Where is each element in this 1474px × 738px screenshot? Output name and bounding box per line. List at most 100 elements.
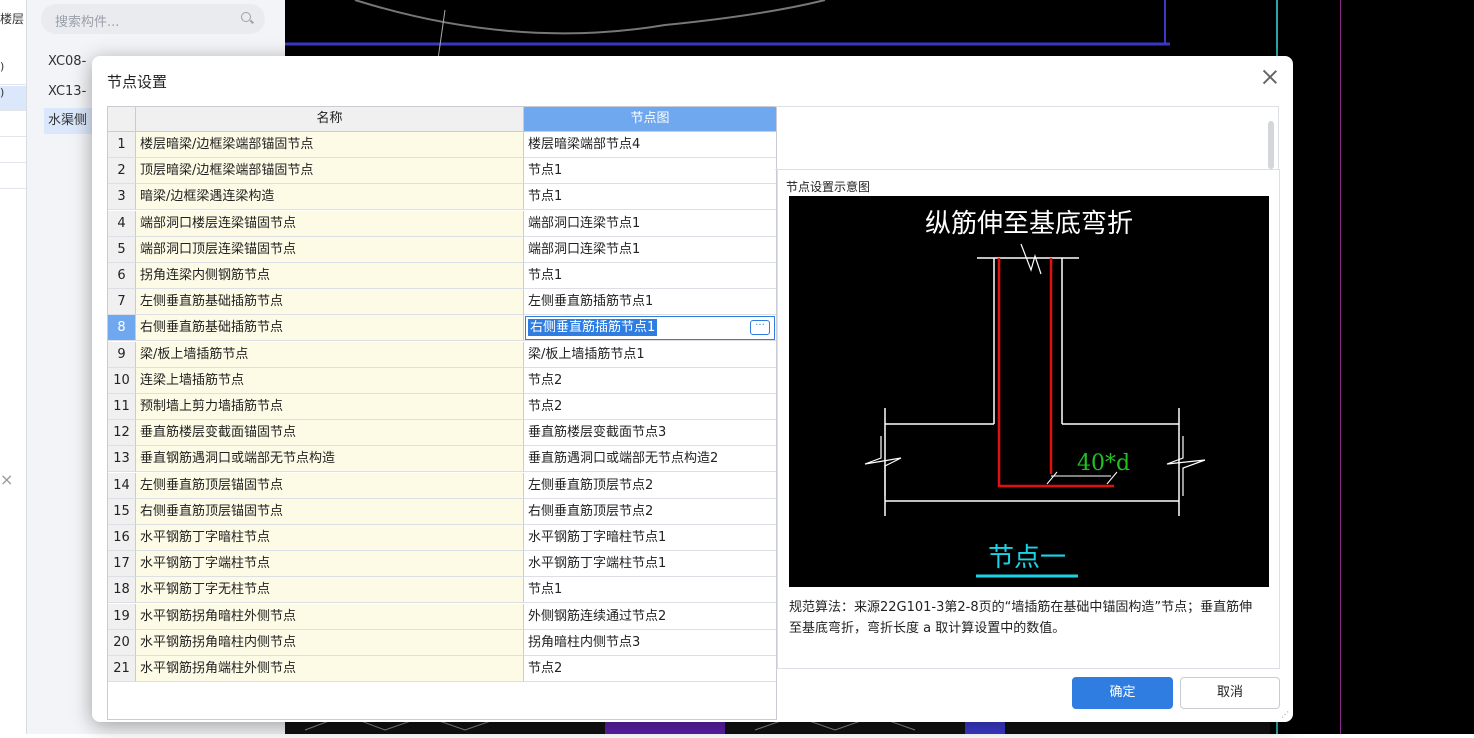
row-name-cell[interactable]: 梁/板上墙插筋节点 xyxy=(136,341,524,368)
table-row[interactable]: 10 连梁上墙插筋节点 节点2 xyxy=(108,367,776,394)
row-node-cell[interactable]: 垂直筋遇洞口或端部无节点构造2 xyxy=(524,446,776,473)
row-index[interactable]: 14 xyxy=(108,472,136,499)
row-node-cell[interactable]: 拐角暗柱内侧节点3 xyxy=(524,629,776,656)
row-name-cell[interactable]: 垂直钢筋遇洞口或端部无节点构造 xyxy=(136,446,524,473)
table-row[interactable]: 7 左侧垂直筋基础插筋节点 左侧垂直筋插筋节点1 xyxy=(108,289,776,316)
ok-button[interactable]: 确定 xyxy=(1072,677,1173,709)
row-index[interactable]: 11 xyxy=(108,394,136,420)
table-row[interactable]: 9 梁/板上墙插筋节点 梁/板上墙插筋节点1 xyxy=(108,341,776,368)
row-index[interactable]: 5 xyxy=(108,236,136,263)
row-index[interactable]: 20 xyxy=(108,629,136,656)
row-name-cell[interactable]: 垂直筋楼层变截面锚固节点 xyxy=(136,420,524,447)
row-name-cell[interactable]: 预制墙上剪力墙插筋节点 xyxy=(136,394,524,420)
row-node-cell[interactable]: 外侧钢筋连续通过节点2 xyxy=(524,603,776,630)
row-index[interactable]: 3 xyxy=(108,184,136,211)
left-row[interactable] xyxy=(0,164,26,189)
row-node-cell[interactable]: 节点1 xyxy=(524,158,776,185)
row-node-cell[interactable]: 节点1 xyxy=(524,263,776,289)
table-row[interactable]: 5 端部洞口顶层连梁锚固节点 端部洞口连梁节点1 xyxy=(108,236,776,263)
resize-grip-icon[interactable]: ⋰ xyxy=(1281,710,1289,719)
table-row[interactable]: 15 右侧垂直筋顶层锚固节点 右侧垂直筋顶层节点2 xyxy=(108,498,776,525)
row-name-cell[interactable]: 端部洞口顶层连梁锚固节点 xyxy=(136,236,524,263)
row-node-cell[interactable]: 右侧垂直筋顶层节点2 xyxy=(524,498,776,525)
left-row[interactable] xyxy=(0,112,26,137)
header-node[interactable]: 节点图 xyxy=(524,107,776,132)
table-row[interactable]: 20 水平钢筋拐角暗柱内侧节点 拐角暗柱内侧节点3 xyxy=(108,629,776,656)
row-name-cell[interactable]: 左侧垂直筋基础插筋节点 xyxy=(136,289,524,316)
row-index[interactable]: 13 xyxy=(108,446,136,473)
row-index[interactable]: 8 xyxy=(108,315,136,342)
row-name-cell[interactable]: 水平钢筋丁字无柱节点 xyxy=(136,577,524,604)
row-name-cell[interactable]: 楼层暗梁/边框梁端部锚固节点 xyxy=(136,132,524,158)
row-name-cell[interactable]: 水平钢筋拐角暗柱外侧节点 xyxy=(136,603,524,630)
panel-close-icon[interactable]: × xyxy=(0,470,13,489)
row-index[interactable]: 17 xyxy=(108,551,136,578)
row-name-cell[interactable]: 右侧垂直筋顶层锚固节点 xyxy=(136,498,524,525)
row-node-cell[interactable]: 节点2 xyxy=(524,367,776,394)
row-index[interactable]: 2 xyxy=(108,158,136,185)
component-search[interactable]: 搜索构件... xyxy=(41,4,265,34)
row-name-cell[interactable]: 拐角连梁内侧钢筋节点 xyxy=(136,263,524,289)
row-name-cell[interactable]: 左侧垂直筋顶层锚固节点 xyxy=(136,472,524,499)
row-node-cell[interactable]: 水平钢筋丁字端柱节点1 xyxy=(524,551,776,578)
table-row[interactable]: 8 右侧垂直筋基础插筋节点 右侧垂直筋插筋节点1 ··· xyxy=(108,315,776,342)
row-node-cell[interactable]: 左侧垂直筋插筋节点1 xyxy=(524,289,776,316)
row-index[interactable]: 12 xyxy=(108,420,136,447)
row-name-cell[interactable]: 水平钢筋丁字暗柱节点 xyxy=(136,525,524,551)
row-node-value[interactable]: 右侧垂直筋插筋节点1 xyxy=(528,319,658,337)
cancel-button[interactable]: 取消 xyxy=(1180,677,1280,709)
row-name-cell[interactable]: 顶层暗梁/边框梁端部锚固节点 xyxy=(136,158,524,185)
row-index[interactable]: 15 xyxy=(108,498,136,525)
left-row[interactable]: ) xyxy=(0,60,26,85)
scrollbar[interactable] xyxy=(1268,121,1274,169)
search-icon[interactable] xyxy=(241,12,251,22)
row-node-cell[interactable]: 节点1 xyxy=(524,577,776,604)
table-row[interactable]: 21 水平钢筋拐角端柱外侧节点 节点2 xyxy=(108,656,776,682)
table-row[interactable]: 11 预制墙上剪力墙插筋节点 节点2 xyxy=(108,394,776,420)
row-index[interactable]: 6 xyxy=(108,263,136,289)
left-row-selected[interactable]: ) xyxy=(0,86,26,111)
row-name-cell[interactable]: 暗梁/边框梁遇连梁构造 xyxy=(136,184,524,211)
row-node-cell[interactable]: 节点1 xyxy=(524,184,776,211)
table-row[interactable]: 17 水平钢筋丁字端柱节点 水平钢筋丁字端柱节点1 xyxy=(108,551,776,578)
row-name-cell[interactable]: 水平钢筋丁字端柱节点 xyxy=(136,551,524,578)
row-name-cell[interactable]: 水平钢筋拐角暗柱内侧节点 xyxy=(136,629,524,656)
table-row[interactable]: 2 顶层暗梁/边框梁端部锚固节点 节点1 xyxy=(108,158,776,185)
row-node-cell[interactable]: 左侧垂直筋顶层节点2 xyxy=(524,472,776,499)
row-name-cell[interactable]: 端部洞口楼层连梁锚固节点 xyxy=(136,210,524,237)
table-row[interactable]: 1 楼层暗梁/边框梁端部锚固节点 楼层暗梁端部节点4 xyxy=(108,132,776,158)
row-index[interactable]: 21 xyxy=(108,656,136,682)
row-node-cell[interactable]: 垂直筋楼层变截面节点3 xyxy=(524,420,776,447)
row-index[interactable]: 10 xyxy=(108,367,136,394)
row-index[interactable]: 19 xyxy=(108,603,136,630)
row-name-cell[interactable]: 水平钢筋拐角端柱外侧节点 xyxy=(136,656,524,682)
table-row[interactable]: 18 水平钢筋丁字无柱节点 节点1 xyxy=(108,577,776,604)
row-index[interactable]: 4 xyxy=(108,210,136,237)
table-row[interactable]: 4 端部洞口楼层连梁锚固节点 端部洞口连梁节点1 xyxy=(108,210,776,237)
row-node-cell[interactable]: 端部洞口连梁节点1 xyxy=(524,210,776,237)
row-index[interactable]: 16 xyxy=(108,525,136,551)
row-node-cell[interactable]: 水平钢筋丁字暗柱节点1 xyxy=(524,525,776,551)
table-row[interactable]: 3 暗梁/边框梁遇连梁构造 节点1 xyxy=(108,184,776,211)
row-node-cell[interactable]: 端部洞口连梁节点1 xyxy=(524,236,776,263)
table-row[interactable]: 19 水平钢筋拐角暗柱外侧节点 外侧钢筋连续通过节点2 xyxy=(108,603,776,630)
table-row[interactable]: 6 拐角连梁内侧钢筋节点 节点1 xyxy=(108,263,776,289)
row-node-cell[interactable]: 节点2 xyxy=(524,394,776,420)
row-name-cell[interactable]: 右侧垂直筋基础插筋节点 xyxy=(136,315,524,342)
row-name-cell[interactable]: 连梁上墙插筋节点 xyxy=(136,367,524,394)
table-row[interactable]: 16 水平钢筋丁字暗柱节点 水平钢筋丁字暗柱节点1 xyxy=(108,525,776,551)
row-node-cell[interactable]: 节点2 xyxy=(524,656,776,682)
row-node-cell[interactable]: 梁/板上墙插筋节点1 xyxy=(524,341,776,368)
row-index[interactable]: 9 xyxy=(108,341,136,368)
row-index[interactable]: 18 xyxy=(108,577,136,604)
table-row[interactable]: 12 垂直筋楼层变截面锚固节点 垂直筋楼层变截面节点3 xyxy=(108,420,776,447)
left-row[interactable] xyxy=(0,138,26,163)
row-node-cell[interactable]: 右侧垂直筋插筋节点1 ··· xyxy=(524,315,776,342)
table-row[interactable]: 13 垂直钢筋遇洞口或端部无节点构造 垂直筋遇洞口或端部无节点构造2 xyxy=(108,446,776,473)
table-row[interactable]: 14 左侧垂直筋顶层锚固节点 左侧垂直筋顶层节点2 xyxy=(108,472,776,499)
row-index[interactable]: 7 xyxy=(108,289,136,316)
row-node-cell[interactable]: 楼层暗梁端部节点4 xyxy=(524,132,776,158)
header-name[interactable]: 名称 xyxy=(136,107,524,132)
close-icon[interactable] xyxy=(1261,68,1279,86)
ellipsis-button[interactable]: ··· xyxy=(750,320,770,336)
